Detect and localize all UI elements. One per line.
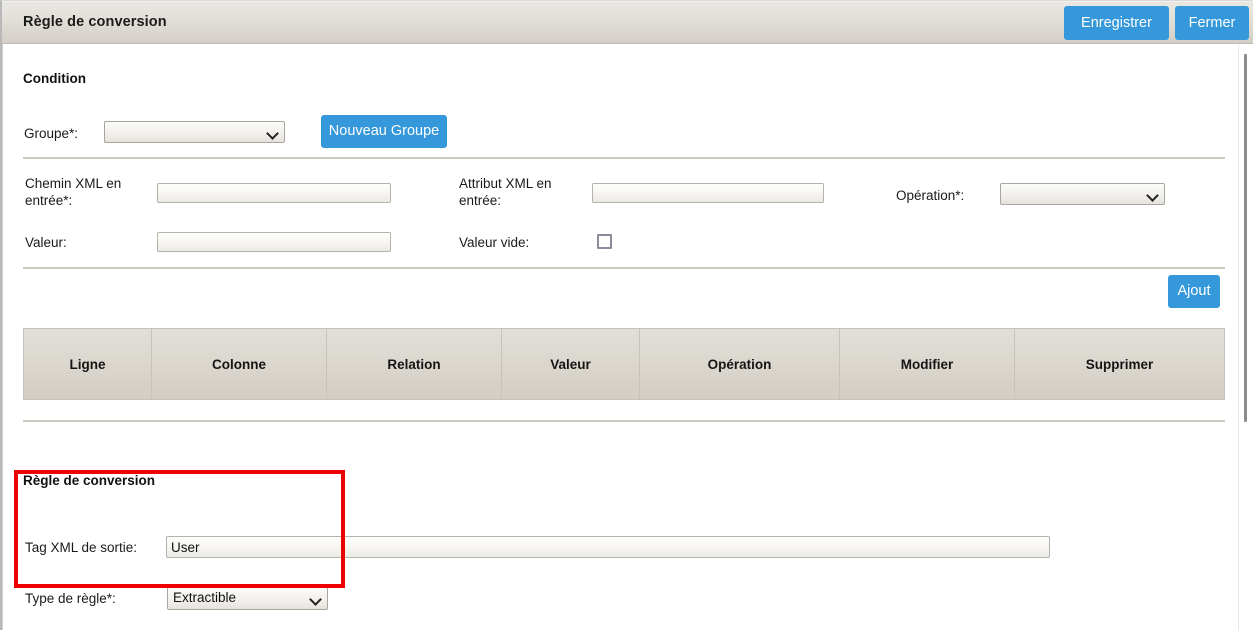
- xml-attribute-input[interactable]: [592, 183, 824, 203]
- group-label: Groupe*:: [24, 126, 79, 141]
- operation-label: Opération*:: [896, 188, 965, 203]
- vertical-scrollbar-thumb[interactable]: [1244, 54, 1247, 422]
- dialog-body: Condition Groupe*: Nouveau Groupe Chemin…: [2, 44, 1253, 630]
- chevron-down-icon: [311, 595, 320, 601]
- value-label: Valeur:: [25, 235, 67, 250]
- rule-type-select[interactable]: Extractible: [167, 587, 328, 610]
- group-select[interactable]: [104, 121, 285, 143]
- empty-value-checkbox[interactable]: [597, 234, 612, 249]
- divider-2: [23, 267, 1225, 269]
- table-column-valeur[interactable]: Valeur: [502, 329, 640, 399]
- xml-attribute-label: Attribut XML en entrée:: [459, 176, 552, 208]
- xml-path-input[interactable]: [157, 183, 391, 203]
- table-column-colonne[interactable]: Colonne: [152, 329, 327, 399]
- xml-path-label: Chemin XML en entrée*:: [25, 176, 122, 208]
- table-column-relation[interactable]: Relation: [327, 329, 502, 399]
- close-button[interactable]: Fermer: [1175, 6, 1249, 40]
- value-input[interactable]: [157, 232, 391, 252]
- table-column-operation[interactable]: Opération: [640, 329, 840, 399]
- table-column-ligne[interactable]: Ligne: [24, 329, 152, 399]
- add-condition-button[interactable]: Ajout: [1168, 275, 1220, 308]
- table-column-supprimer[interactable]: Supprimer: [1015, 329, 1224, 399]
- output-tag-label: Tag XML de sortie:: [25, 540, 138, 555]
- chevron-down-icon: [268, 129, 277, 135]
- conversion-rule-dialog: Règle de conversion Enregistrer Fermer C…: [0, 0, 1253, 630]
- table-column-modifier[interactable]: Modifier: [840, 329, 1015, 399]
- empty-value-label: Valeur vide:: [459, 235, 530, 250]
- rule-type-label: Type de règle*:: [25, 591, 116, 606]
- conditions-table-header: Ligne Colonne Relation Valeur Opération …: [23, 328, 1225, 400]
- divider-1: [23, 157, 1225, 159]
- rule-type-select-value: Extractible: [173, 590, 237, 605]
- save-button[interactable]: Enregistrer: [1064, 6, 1169, 40]
- condition-section-title: Condition: [23, 71, 86, 86]
- new-group-button[interactable]: Nouveau Groupe: [321, 115, 447, 148]
- dialog-title: Règle de conversion: [23, 14, 167, 30]
- operation-select[interactable]: [1000, 183, 1165, 205]
- conversion-rule-section-title: Règle de conversion: [23, 473, 156, 488]
- chevron-down-icon: [1148, 191, 1157, 197]
- dialog-titlebar: Règle de conversion Enregistrer Fermer: [2, 1, 1253, 44]
- divider-3: [23, 420, 1225, 422]
- output-tag-input[interactable]: [166, 536, 1050, 558]
